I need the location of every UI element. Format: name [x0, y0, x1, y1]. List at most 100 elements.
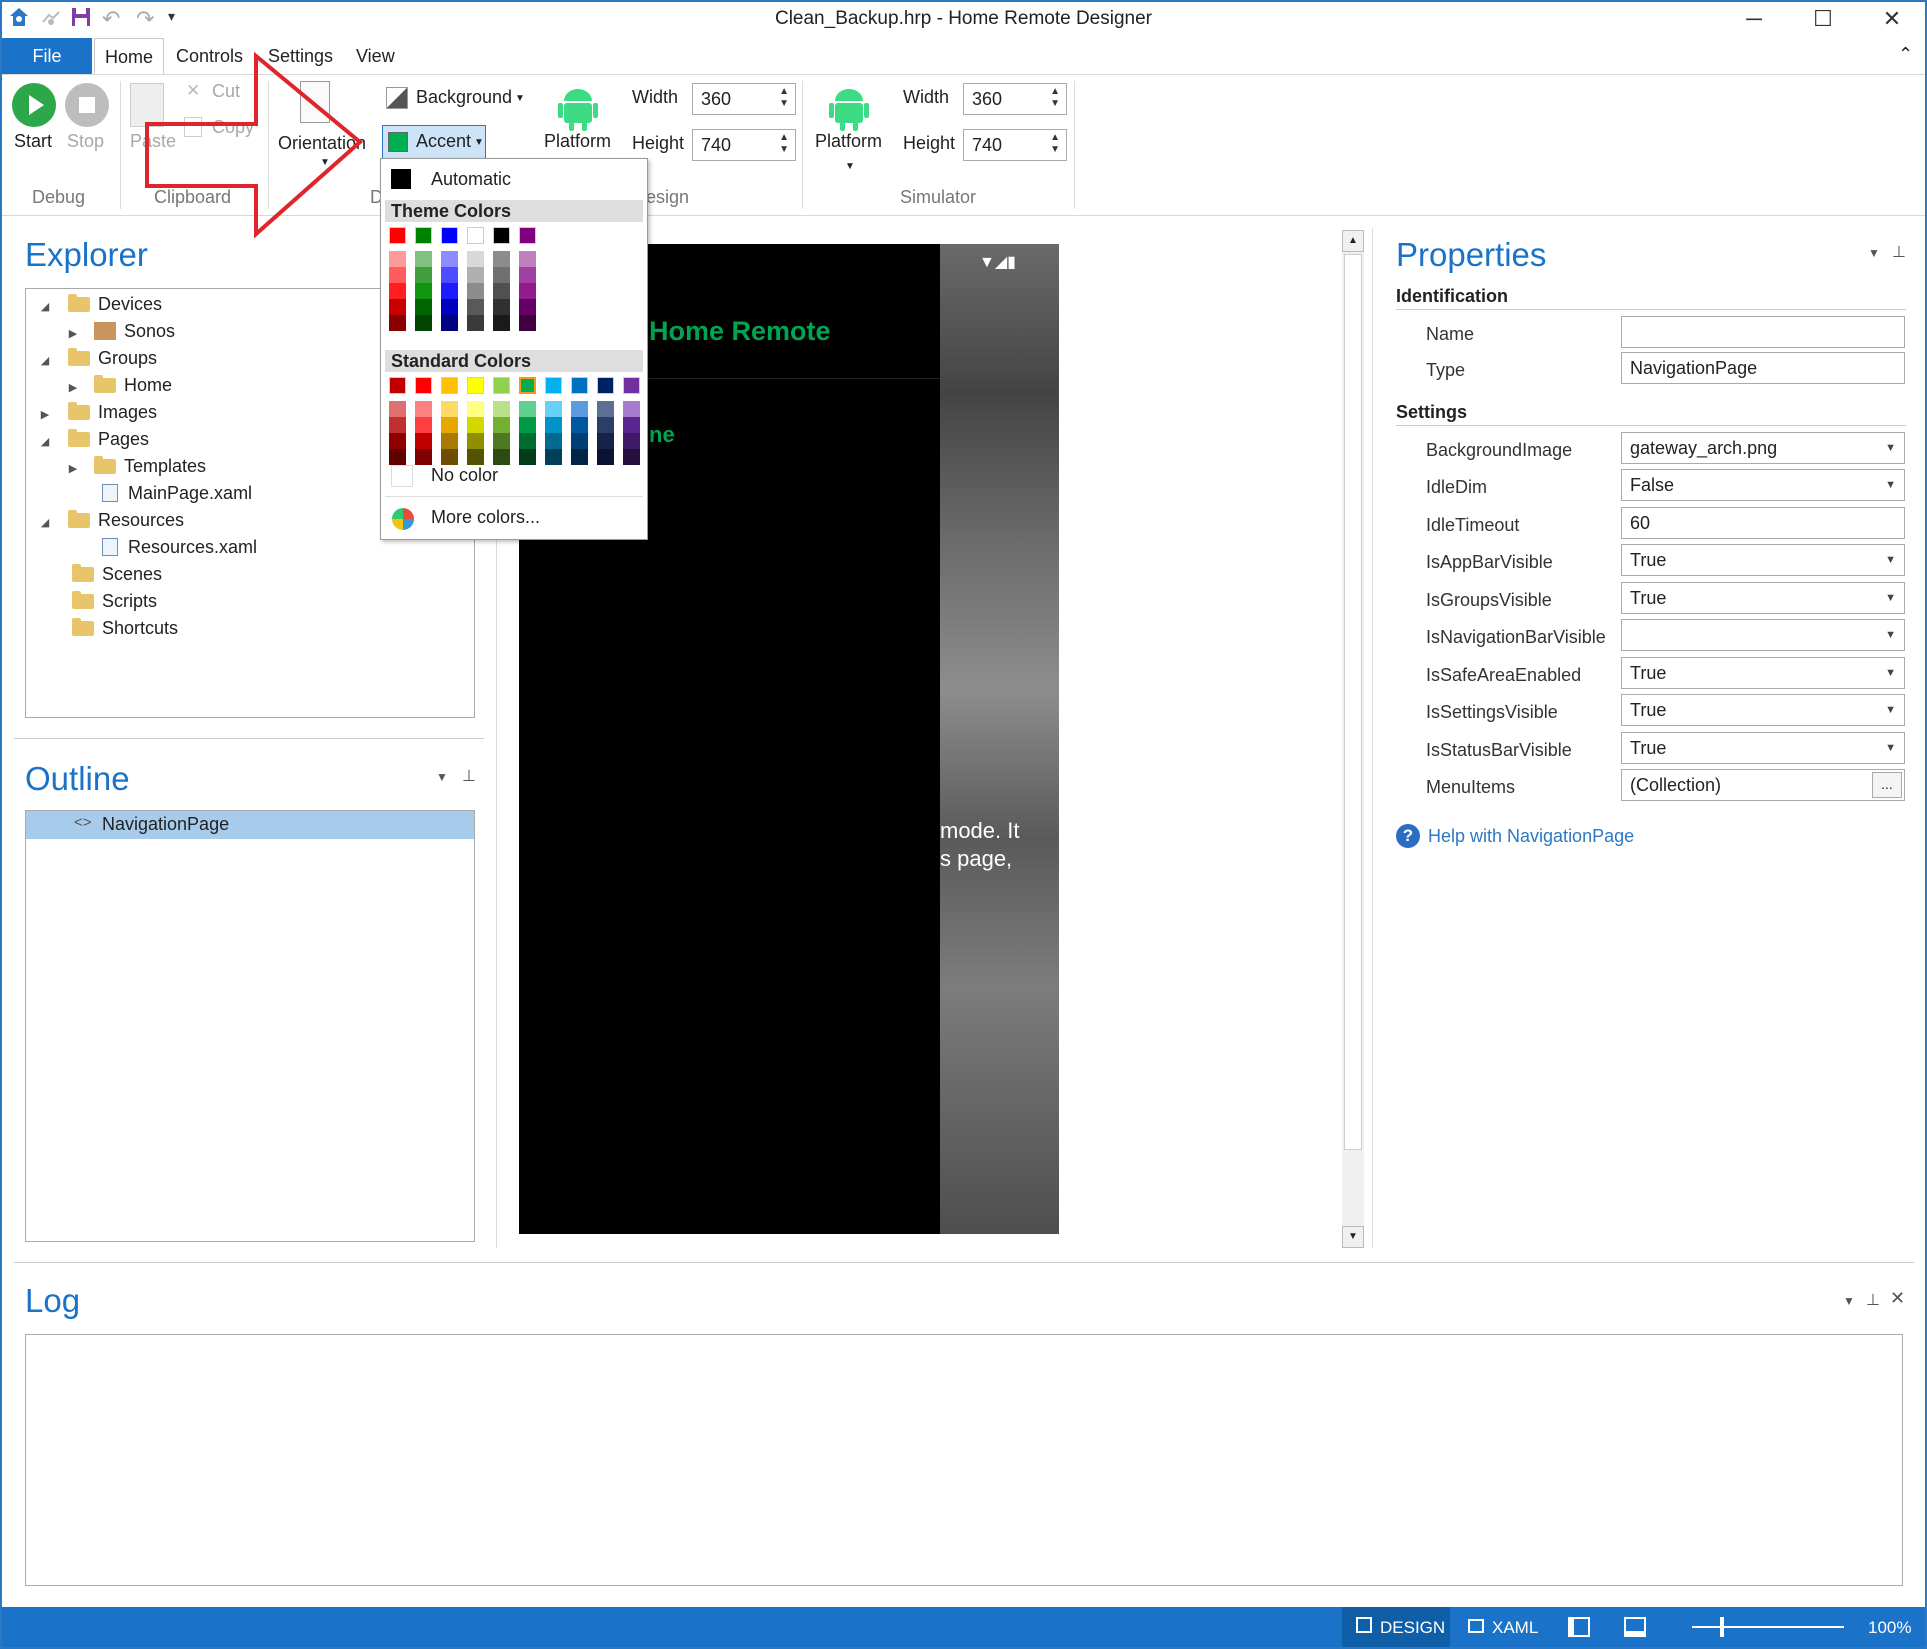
color-shade-swatch[interactable] — [389, 417, 406, 433]
color-shade-swatch[interactable] — [623, 449, 640, 465]
tree-item-resources-xaml[interactable]: Resources.xaml — [102, 534, 257, 560]
zoom-slider[interactable] — [1692, 1626, 1844, 1628]
pin-icon[interactable]: ⊥ — [462, 766, 476, 786]
outline-item-navigationpage[interactable]: <> NavigationPage — [26, 811, 474, 839]
color-shade-swatch[interactable] — [493, 449, 510, 465]
dropdown-arrow-icon[interactable]: ▼ — [1885, 733, 1896, 763]
prop-backgroundimage-select[interactable]: gateway_arch.png ▼ — [1621, 432, 1905, 464]
theme-color-swatch[interactable] — [389, 227, 406, 244]
color-shade-swatch[interactable] — [441, 267, 458, 283]
collapse-ribbon-icon[interactable]: ⌃ — [1898, 44, 1913, 65]
tree-item-templates[interactable]: ▶ Templates — [66, 453, 206, 479]
prop-isappbarvisible-select[interactable]: True ▼ — [1621, 544, 1905, 576]
split-horizontal-icon[interactable] — [1624, 1617, 1646, 1637]
close-button[interactable]: ✕ — [1864, 4, 1920, 34]
color-shade-swatch[interactable] — [519, 283, 536, 299]
color-shade-swatch[interactable] — [467, 433, 484, 449]
standard-color-swatch[interactable] — [441, 377, 458, 394]
color-shade-swatch[interactable] — [519, 299, 536, 315]
sim-height-spinner[interactable]: 740 ▲ ▼ — [963, 129, 1067, 161]
color-shade-swatch[interactable] — [467, 449, 484, 465]
color-shade-swatch[interactable] — [389, 283, 406, 299]
standard-color-swatch[interactable] — [467, 377, 484, 394]
color-shade-swatch[interactable] — [415, 299, 432, 315]
simulator-platform-button[interactable]: Platform — [815, 131, 882, 152]
tree-item-scripts[interactable]: Scripts — [72, 588, 157, 614]
collapsed-icon[interactable]: ▶ — [66, 321, 80, 347]
color-shade-swatch[interactable] — [519, 401, 536, 417]
theme-color-swatch[interactable] — [441, 227, 458, 244]
expanded-icon[interactable]: ◢ — [38, 348, 52, 374]
color-shade-swatch[interactable] — [415, 433, 432, 449]
color-shade-swatch[interactable] — [441, 299, 458, 315]
dropdown-arrow-icon[interactable]: ▼ — [1885, 658, 1896, 688]
color-shade-swatch[interactable] — [389, 267, 406, 283]
color-shade-swatch[interactable] — [467, 283, 484, 299]
nav-item-partial[interactable]: ne — [649, 422, 675, 448]
color-shade-swatch[interactable] — [467, 315, 484, 331]
color-shade-swatch[interactable] — [415, 315, 432, 331]
color-shade-swatch[interactable] — [545, 433, 562, 449]
start-button[interactable] — [12, 83, 56, 127]
tree-item-resources[interactable]: ◢ Resources — [38, 507, 184, 533]
color-shade-swatch[interactable] — [415, 449, 432, 465]
prop-idledim-select[interactable]: False ▼ — [1621, 469, 1905, 501]
panel-divider[interactable] — [14, 738, 484, 739]
color-shade-swatch[interactable] — [493, 401, 510, 417]
color-shade-swatch[interactable] — [389, 315, 406, 331]
expanded-icon[interactable]: ◢ — [38, 510, 52, 536]
collapsed-icon[interactable]: ▶ — [66, 456, 80, 482]
design-height-spinner[interactable]: 740 ▲ ▼ — [692, 129, 796, 161]
tree-item-devices[interactable]: ◢ Devices — [38, 291, 162, 317]
spinner-arrows-icon[interactable]: ▲ ▼ — [779, 86, 789, 110]
color-shade-swatch[interactable] — [623, 417, 640, 433]
panel-divider[interactable] — [1372, 228, 1373, 1248]
color-shade-swatch[interactable] — [389, 433, 406, 449]
edit-collection-button[interactable]: ... — [1872, 772, 1902, 798]
close-log-icon[interactable]: ✕ — [1890, 1288, 1905, 1309]
color-shade-swatch[interactable] — [389, 299, 406, 315]
outline-menu-dropdown-icon[interactable]: ▼ — [436, 770, 448, 784]
tree-item-groups[interactable]: ◢ Groups — [38, 345, 157, 371]
tree-item-shortcuts[interactable]: Shortcuts — [72, 615, 178, 641]
dropdown-arrow-icon[interactable]: ▼ — [1885, 695, 1896, 725]
design-view-button[interactable]: DESIGN — [1342, 1607, 1450, 1647]
tab-file[interactable]: File — [2, 38, 92, 74]
color-shade-swatch[interactable] — [519, 417, 536, 433]
more-colors-item[interactable]: More colors... — [431, 507, 540, 528]
scroll-down-icon[interactable]: ▼ — [1342, 1226, 1364, 1248]
color-shade-swatch[interactable] — [519, 315, 536, 331]
standard-color-swatch[interactable] — [519, 377, 536, 394]
color-shade-swatch[interactable] — [545, 449, 562, 465]
standard-color-swatch[interactable] — [623, 377, 640, 394]
color-shade-swatch[interactable] — [467, 267, 484, 283]
dropdown-arrow-icon[interactable]: ▼ — [1885, 583, 1896, 613]
name-input[interactable] — [1621, 316, 1905, 348]
color-shade-swatch[interactable] — [493, 267, 510, 283]
color-shade-swatch[interactable] — [597, 433, 614, 449]
standard-color-swatch[interactable] — [571, 377, 588, 394]
prop-isstatusbarvisible-select[interactable]: True ▼ — [1621, 732, 1905, 764]
color-shade-swatch[interactable] — [467, 251, 484, 267]
log-menu-dropdown-icon[interactable]: ▼ — [1843, 1294, 1855, 1308]
color-shade-swatch[interactable] — [415, 267, 432, 283]
dropdown-arrow-icon[interactable]: ▼ — [1885, 470, 1896, 500]
color-shade-swatch[interactable] — [415, 401, 432, 417]
color-shade-swatch[interactable] — [519, 433, 536, 449]
panel-divider[interactable] — [14, 1262, 1914, 1263]
prop-issettingsvisible-select[interactable]: True ▼ — [1621, 694, 1905, 726]
color-shade-swatch[interactable] — [597, 417, 614, 433]
prop-idletimeout-input[interactable]: 60 — [1621, 507, 1905, 539]
pin-icon[interactable]: ⊥ — [1866, 1290, 1880, 1310]
standard-color-swatch[interactable] — [545, 377, 562, 394]
expanded-icon[interactable]: ◢ — [38, 294, 52, 320]
design-width-spinner[interactable]: 360 ▲ ▼ — [692, 83, 796, 115]
color-shade-swatch[interactable] — [441, 401, 458, 417]
prop-issafeareaenabled-select[interactable]: True ▼ — [1621, 657, 1905, 689]
standard-color-swatch[interactable] — [415, 377, 432, 394]
minimize-button[interactable]: ─ — [1726, 4, 1782, 34]
color-shade-swatch[interactable] — [493, 433, 510, 449]
theme-color-swatch[interactable] — [519, 227, 536, 244]
prop-isgroupsvisible-select[interactable]: True ▼ — [1621, 582, 1905, 614]
pin-icon[interactable]: ⊥ — [1892, 242, 1906, 262]
